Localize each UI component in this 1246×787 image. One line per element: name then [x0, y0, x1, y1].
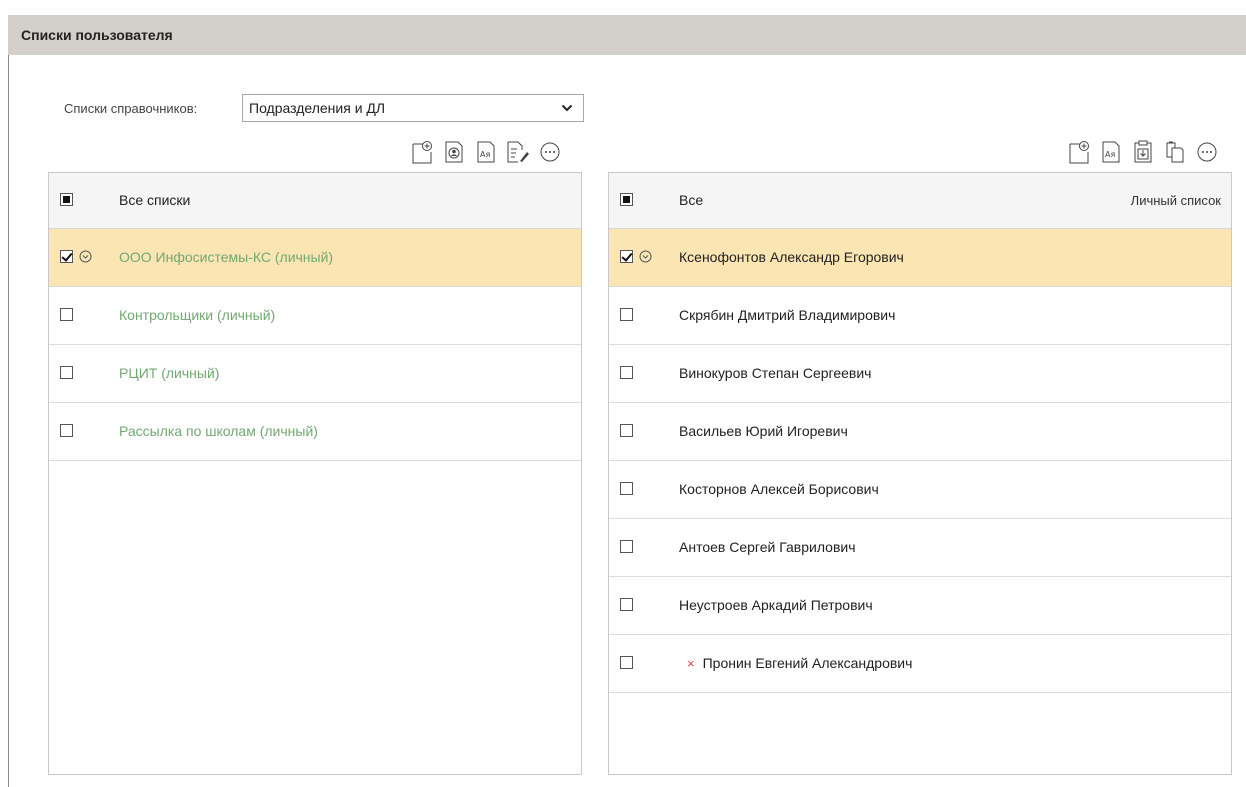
- row-label: Васильев Юрий Игоревич: [679, 423, 848, 439]
- list-name-link[interactable]: Контрольщики (личный): [119, 287, 275, 344]
- new-list-icon[interactable]: [1067, 139, 1091, 165]
- row-label: Косторнов Алексей Борисович: [679, 481, 879, 497]
- row-checkbox[interactable]: [60, 366, 73, 379]
- row-label: Скрябин Дмитрий Владимирович: [679, 307, 896, 323]
- edit-list-icon[interactable]: [506, 139, 530, 165]
- list-name-link[interactable]: ООО Инфосистемы-КС (личный): [119, 229, 333, 286]
- lists-header-label: Все списки: [119, 192, 191, 208]
- chevron-down-icon: [561, 104, 573, 112]
- list-row[interactable]: РЦИТ (личный): [49, 345, 581, 403]
- member-row[interactable]: Ксенофонтов Александр Егорович: [609, 229, 1231, 287]
- contact-card-icon[interactable]: [442, 139, 466, 165]
- member-name: Антоев Сергей Гаврилович: [679, 519, 856, 576]
- copy-icon[interactable]: [1163, 139, 1187, 165]
- dictionary-select-value: Подразделения и ДЛ: [249, 100, 386, 116]
- removed-x-icon: ×: [687, 656, 695, 671]
- row-checkbox[interactable]: [620, 598, 633, 611]
- member-row[interactable]: Антоев Сергей Гаврилович: [609, 519, 1231, 577]
- expand-circle-icon[interactable]: [79, 250, 92, 263]
- member-row[interactable]: Винокуров Степан Сергеевич: [609, 345, 1231, 403]
- row-checkbox[interactable]: [620, 424, 633, 437]
- right-toolbar: Aя: [1067, 138, 1219, 166]
- row-checkbox[interactable]: [620, 308, 633, 321]
- row-label: РЦИТ (личный): [119, 365, 220, 381]
- members-header-label: Все: [679, 192, 704, 208]
- member-name: Винокуров Степан Сергеевич: [679, 345, 871, 402]
- select-all-checkbox[interactable]: [60, 193, 73, 206]
- members-panel: Все Личный список Ксенофонтов Александр …: [608, 172, 1232, 775]
- member-row[interactable]: Скрябин Дмитрий Владимирович: [609, 287, 1231, 345]
- row-checkbox[interactable]: [620, 540, 633, 553]
- window-left-border: [8, 55, 9, 787]
- left-toolbar: Aя: [410, 138, 562, 166]
- row-label: Пронин Евгений Александрович: [702, 655, 913, 671]
- sort-alpha-icon[interactable]: Aя: [1099, 139, 1123, 165]
- select-all-checkbox[interactable]: [620, 193, 633, 206]
- more-icon[interactable]: [1195, 139, 1219, 165]
- list-name-link[interactable]: Рассылка по школам (личный): [119, 403, 318, 460]
- row-checkbox[interactable]: [60, 424, 73, 437]
- list-row[interactable]: ООО Инфосистемы-КС (личный): [49, 229, 581, 287]
- row-checkbox[interactable]: [60, 250, 73, 263]
- row-label: Неустроев Аркадий Петрович: [679, 597, 873, 613]
- member-row[interactable]: Косторнов Алексей Борисович: [609, 461, 1231, 519]
- row-label: Антоев Сергей Гаврилович: [679, 539, 856, 555]
- row-checkbox[interactable]: [620, 250, 633, 263]
- lists-panel: Все списки ООО Инфосистемы-КС (личный) Ко…: [48, 172, 582, 775]
- window-title: Списки пользователя: [8, 15, 1246, 55]
- row-label: Ксенофонтов Александр Егорович: [679, 249, 904, 265]
- personal-list-column-label: Личный список: [1130, 193, 1221, 208]
- list-row[interactable]: Рассылка по школам (личный): [49, 403, 581, 461]
- row-label: Рассылка по школам (личный): [119, 423, 318, 439]
- expand-circle-icon[interactable]: [639, 250, 652, 263]
- more-icon[interactable]: [538, 139, 562, 165]
- row-checkbox[interactable]: [620, 656, 633, 669]
- svg-text:Aя: Aя: [480, 150, 490, 159]
- member-name: Неустроев Аркадий Петрович: [679, 577, 873, 634]
- member-row[interactable]: × Пронин Евгений Александрович: [609, 635, 1231, 693]
- member-row[interactable]: Васильев Юрий Игоревич: [609, 403, 1231, 461]
- list-row[interactable]: Контрольщики (личный): [49, 287, 581, 345]
- row-label: ООО Инфосистемы-КС (личный): [119, 249, 334, 265]
- member-name: × Пронин Евгений Александрович: [687, 635, 912, 692]
- list-name-link[interactable]: РЦИТ (личный): [119, 345, 219, 402]
- member-name: Скрябин Дмитрий Владимирович: [679, 287, 895, 344]
- member-name: Ксенофонтов Александр Егорович: [679, 229, 904, 286]
- lists-panel-header: Все списки: [49, 173, 581, 229]
- dictionary-select[interactable]: Подразделения и ДЛ: [242, 94, 584, 122]
- members-panel-header: Все Личный список: [609, 173, 1231, 229]
- new-list-icon[interactable]: [410, 139, 434, 165]
- row-label: Контрольщики (личный): [119, 307, 276, 323]
- paste-import-icon[interactable]: [1131, 139, 1155, 165]
- sort-alpha-icon[interactable]: Aя: [474, 139, 498, 165]
- member-name: Косторнов Алексей Борисович: [679, 461, 879, 518]
- row-checkbox[interactable]: [620, 482, 633, 495]
- row-checkbox[interactable]: [60, 308, 73, 321]
- row-checkbox[interactable]: [620, 366, 633, 379]
- member-name: Васильев Юрий Игоревич: [679, 403, 848, 460]
- member-row[interactable]: Неустроев Аркадий Петрович: [609, 577, 1231, 635]
- row-label: Винокуров Степан Сергеевич: [679, 365, 872, 381]
- svg-text:Aя: Aя: [1105, 150, 1115, 159]
- dictionary-label: Списки справочников:: [64, 101, 198, 116]
